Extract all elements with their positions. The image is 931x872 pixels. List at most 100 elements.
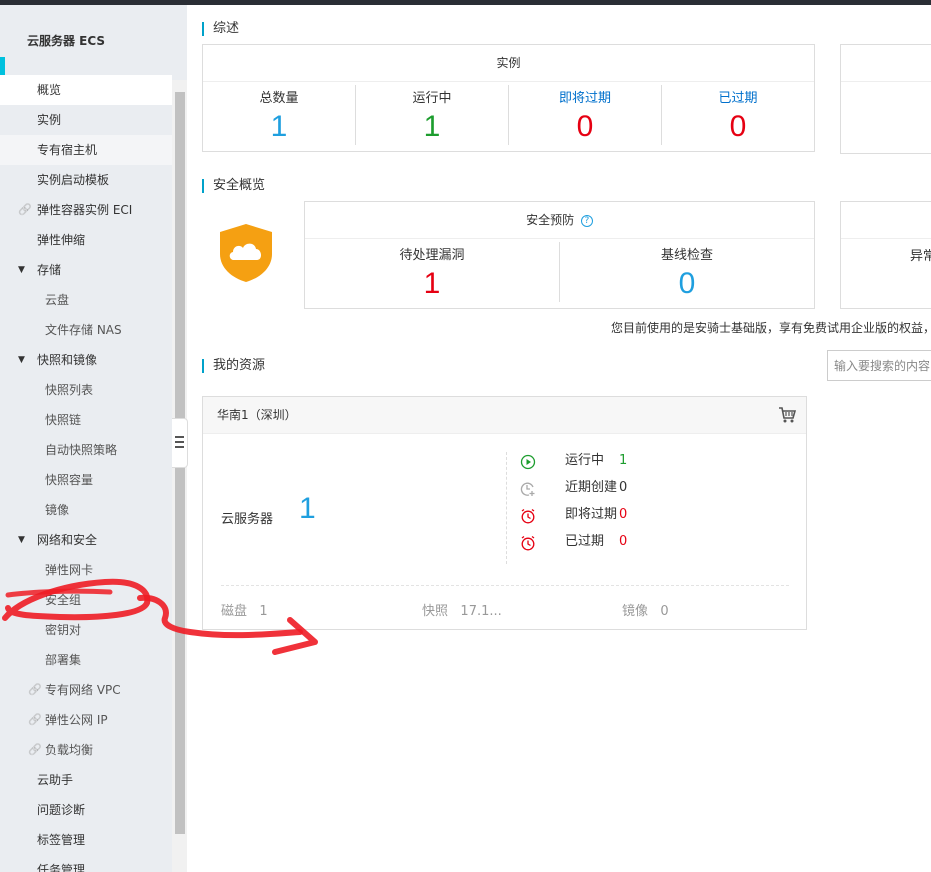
section-title-security: 安全概览 — [202, 179, 265, 193]
sidebar-item-19[interactable]: 部署集 — [0, 645, 172, 675]
stat-running-value[interactable]: 1 — [356, 110, 508, 144]
sidebar-item-12[interactable]: 自动快照策略 — [0, 435, 172, 465]
ecs-count[interactable]: 1 — [299, 492, 316, 526]
sidebar-item-label: 问题诊断 — [37, 803, 86, 817]
sidebar-item-1[interactable]: 实例 — [0, 105, 172, 135]
sidebar-title: 云服务器 ECS — [27, 34, 106, 48]
sidebar-item-label: 存储 — [37, 263, 62, 277]
sidebar-item-label: 安全组 — [45, 593, 82, 607]
sidebar-item-18[interactable]: 密钥对 — [0, 615, 172, 645]
sidebar-item-22[interactable]: 🔗 负载均衡 — [0, 735, 172, 765]
sidebar-item-label: 弹性伸缩 — [37, 233, 86, 247]
sidebar-item-0[interactable]: 概览 — [0, 75, 172, 105]
cart-icon[interactable] — [778, 407, 796, 423]
sidebar-item-label: 弹性网卡 — [45, 563, 94, 577]
stat-vulnerabilities-value[interactable]: 1 — [305, 267, 559, 301]
caret-down-icon: ▼ — [18, 355, 25, 365]
external-link-icon: 🔗 — [28, 743, 42, 756]
sidebar-item-20[interactable]: 🔗 专有网络 VPC — [0, 675, 172, 705]
stat-baseline[interactable]: 基线检查 0 — [560, 244, 814, 301]
stat-expired[interactable]: 已过期 0 — [662, 87, 814, 144]
sidebar-item-26[interactable]: 任务管理 — [0, 855, 172, 872]
sidebar-item-7[interactable]: 云盘 — [0, 285, 172, 315]
sidebar-item-label: 标签管理 — [37, 833, 86, 847]
resource-search-input[interactable] — [827, 350, 931, 381]
security-card-header-label: 安全预防 — [526, 213, 575, 227]
sidebar-item-21[interactable]: 🔗 弹性公网 IP — [0, 705, 172, 735]
instances-card-header: 实例 — [203, 45, 814, 82]
sidebar-item-4[interactable]: 🔗 弹性容器实例 ECI — [0, 195, 172, 225]
sidebar-item-label: 专有宿主机 — [37, 143, 98, 157]
stat-running-label: 运行中 — [412, 91, 452, 106]
shield-cloud-icon — [220, 224, 272, 282]
region-card-header: 华南1（深圳） — [203, 397, 806, 434]
sidebar-item-10[interactable]: 快照列表 — [0, 375, 172, 405]
sidebar-item-24[interactable]: 问题诊断 — [0, 795, 172, 825]
sidebar-item-11[interactable]: 快照链 — [0, 405, 172, 435]
stat-running[interactable]: 运行中 1 — [356, 87, 508, 144]
stat-expiring-label[interactable]: 即将过期 — [509, 87, 661, 106]
sidebar-item-label: 密钥对 — [45, 623, 82, 637]
security-card-header: 安全预防 ? — [305, 202, 814, 239]
sidebar-item-label: 网络和安全 — [37, 533, 98, 547]
sidebar: 云服务器 ECS 概览实例专有宿主机实例启动模板 🔗 弹性容器实例 ECI 弹性伸缩 ▼… — [0, 5, 187, 872]
security-card-partial: 异常 — [840, 201, 931, 309]
help-icon[interactable]: ? — [580, 214, 593, 227]
menu-icon — [175, 436, 184, 448]
sidebar-item-label: 自动快照策略 — [45, 443, 118, 457]
sidebar-collapse-toggle[interactable] — [172, 418, 188, 468]
sidebar-item-3[interactable]: 实例启动模板 — [0, 165, 172, 195]
footer-snapshot[interactable]: 快照 17.1... — [422, 600, 502, 619]
sidebar-item-17[interactable]: 安全组 — [0, 585, 172, 615]
sidebar-item-14[interactable]: 镜像 — [0, 495, 172, 525]
caret-down-icon: ▼ — [18, 265, 25, 275]
sidebar-menu: 概览实例专有宿主机实例启动模板 🔗 弹性容器实例 ECI 弹性伸缩 ▼ 存储云盘文件存储 … — [0, 75, 172, 872]
play-icon — [520, 454, 536, 470]
external-link-icon: 🔗 — [18, 203, 32, 216]
stat-expiring-value[interactable]: 0 — [509, 110, 661, 144]
clock-plus-icon — [520, 482, 535, 496]
caret-down-icon: ▼ — [18, 535, 25, 545]
sidebar-item-label: 云助手 — [37, 773, 74, 787]
sidebar-item-label: 任务管理 — [37, 863, 86, 872]
stat-total-value[interactable]: 1 — [203, 110, 355, 144]
sidebar-item-label: 文件存储 NAS — [45, 323, 122, 337]
stat-total-label: 总数量 — [259, 91, 299, 106]
external-link-icon: 🔗 — [28, 713, 42, 726]
sidebar-item-label: 专有网络 VPC — [45, 683, 121, 697]
stat-vulnerabilities[interactable]: 待处理漏洞 1 — [305, 244, 559, 301]
region-name: 华南1（深圳） — [217, 408, 297, 422]
sidebar-item-label: 快照列表 — [45, 383, 94, 397]
footer-image[interactable]: 镜像 0 — [622, 600, 669, 619]
sidebar-item-9[interactable]: ▼ 快照和镜像 — [0, 345, 172, 375]
sidebar-item-25[interactable]: 标签管理 — [0, 825, 172, 855]
stat-vulnerabilities-label: 待处理漏洞 — [399, 248, 465, 263]
section-title-resources: 我的资源 — [202, 359, 265, 373]
sidebar-item-label: 弹性容器实例 ECI — [37, 203, 133, 217]
sidebar-item-label: 镜像 — [45, 503, 70, 517]
sidebar-item-label: 弹性公网 IP — [45, 713, 108, 727]
ecs-label: 云服务器 — [221, 512, 274, 527]
external-link-icon: 🔗 — [28, 683, 42, 696]
sidebar-item-label: 概览 — [37, 83, 62, 97]
sidebar-item-16[interactable]: 弹性网卡 — [0, 555, 172, 585]
stat-expiring[interactable]: 即将过期 0 — [509, 87, 661, 144]
sidebar-item-label: 快照和镜像 — [37, 353, 98, 367]
stat-expired-label[interactable]: 已过期 — [662, 87, 814, 106]
stat-expired-value[interactable]: 0 — [662, 110, 814, 144]
overview-card-partial — [840, 44, 931, 154]
sidebar-item-label: 实例 — [37, 113, 62, 127]
sidebar-item-5[interactable]: 弹性伸缩 — [0, 225, 172, 255]
security-note: 您目前使用的是安骑士基础版，享有免费试用企业版的权益， — [611, 321, 931, 335]
sidebar-item-6[interactable]: ▼ 存储 — [0, 255, 172, 285]
sidebar-item-8[interactable]: 文件存储 NAS — [0, 315, 172, 345]
sidebar-item-label: 负载均衡 — [45, 743, 94, 757]
sidebar-item-23[interactable]: 云助手 — [0, 765, 172, 795]
sidebar-item-15[interactable]: ▼ 网络和安全 — [0, 525, 172, 555]
sidebar-item-2[interactable]: 专有宿主机 — [0, 135, 172, 165]
sidebar-item-label: 快照容量 — [45, 473, 94, 487]
footer-disk[interactable]: 磁盘 1 — [221, 600, 268, 619]
sidebar-item-13[interactable]: 快照容量 — [0, 465, 172, 495]
stat-total[interactable]: 总数量 1 — [203, 87, 355, 144]
stat-baseline-value[interactable]: 0 — [560, 267, 814, 301]
